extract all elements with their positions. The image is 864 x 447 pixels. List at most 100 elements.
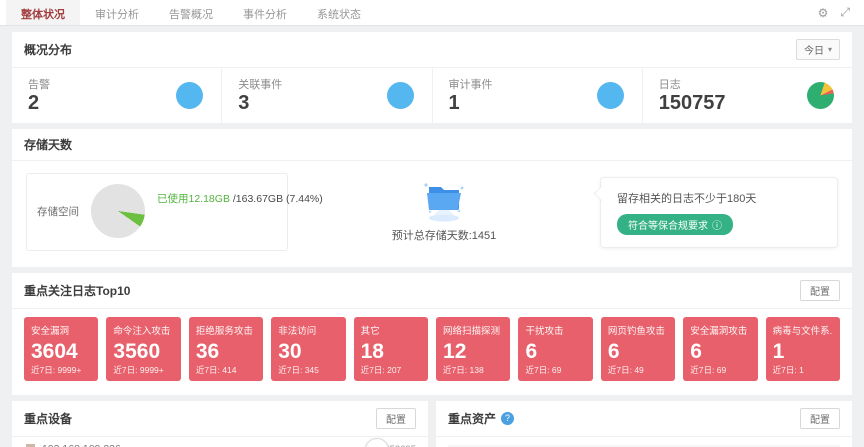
log-card-title: 命令注入攻击 (113, 323, 173, 337)
stat-label: 日志 (659, 76, 726, 92)
log-card-title: 病毒与文件系... (773, 323, 833, 337)
top-logs-config-button[interactable]: 配置 (800, 280, 840, 301)
retention-notice: 留存相关的日志不少于180天 (617, 190, 821, 206)
log-card-value: 6 (608, 339, 668, 364)
tab-system-status[interactable]: 系统状态 (302, 0, 376, 25)
recent-label: 近7日: (773, 365, 797, 375)
compliance-bubble: 留存相关的日志不少于180天 符合等保合规要求 ⓘ (600, 177, 838, 248)
tab-overall-status[interactable]: 整体状况 (6, 0, 80, 25)
recent-value: 138 (470, 365, 484, 375)
log-card[interactable]: 命令注入攻击 3560 近7日: 9999+ (106, 317, 180, 381)
info-icon: ⓘ (712, 217, 722, 232)
help-icon[interactable]: ? (501, 412, 514, 425)
alert-circle-icon (176, 82, 203, 109)
compliance-badge[interactable]: 符合等保合规要求 ⓘ (617, 214, 733, 235)
recent-value: 207 (387, 365, 401, 375)
recent-label: 近7日: (278, 365, 302, 375)
log-card[interactable]: 非法访问 30 近7日: 345 (271, 317, 345, 381)
stat-label: 审计事件 (449, 76, 493, 92)
log-card[interactable]: 拒绝服务攻击 36 近7日: 414 (189, 317, 263, 381)
recent-label: 近7日: (113, 365, 137, 375)
recent-value: 1 (799, 365, 804, 375)
log-card[interactable]: 干扰攻击 6 近7日: 69 (518, 317, 592, 381)
stat-alerts: 告警 2 (12, 68, 222, 123)
fullscreen-expand-icon[interactable]: ⤢ (840, 5, 850, 20)
log-card[interactable]: 安全漏洞攻击 6 近7日: 69 (683, 317, 757, 381)
log-card-title: 安全漏洞攻击 (690, 323, 750, 337)
recent-label: 近7日: (196, 365, 220, 375)
settings-gear-icon[interactable]: ⚙ (818, 6, 829, 20)
device-row[interactable]: 192.168.100.236 853695 (24, 443, 416, 447)
window-actions: ⚙ ⤢ (818, 0, 858, 25)
recent-value: 345 (305, 365, 319, 375)
assets-config-button[interactable]: 配置 (800, 408, 840, 429)
storage-space-card: 存储空间 已使用12.18GB /163.67GB (7.44%) (26, 173, 288, 251)
stat-audit-events: 审计事件 1 (433, 68, 643, 123)
key-devices-panel: 重点设备 配置 192.168.100.236 853695 192.168.1… (12, 401, 428, 447)
chevron-down-icon: ▾ (828, 45, 832, 54)
recent-label: 近7日: (690, 365, 714, 375)
log-card[interactable]: 安全漏洞 3604 近7日: 9999+ (24, 317, 98, 381)
log-card[interactable]: 其它 18 近7日: 207 (354, 317, 428, 381)
overview-stats-row: 告警 2 关联事件 3 审计事件 1 日志 150757 (12, 68, 852, 123)
storage-days-block: 预计总存储天数:1451 (288, 181, 600, 243)
top-logs-cards: 安全漏洞 3604 近7日: 9999+ 命令注入攻击 3560 近7日: 99… (12, 309, 852, 395)
log-card-title: 拒绝服务攻击 (196, 323, 256, 337)
tab-audit-analysis[interactable]: 审计分析 (80, 0, 154, 25)
pie-chart-icon (807, 82, 834, 109)
log-card-value: 18 (361, 339, 421, 364)
log-card-title: 网页钓鱼攻击 (608, 323, 668, 337)
log-card-title: 其它 (361, 323, 421, 337)
stat-label: 告警 (28, 76, 50, 92)
audit-circle-icon (597, 82, 624, 109)
storage-section-title: 存储天数 (24, 136, 72, 153)
log-card-title: 安全漏洞 (31, 323, 91, 337)
stat-value: 150757 (659, 93, 726, 114)
stat-correlated-events: 关联事件 3 (222, 68, 432, 123)
log-card-value: 3560 (113, 339, 173, 364)
recent-value: 414 (222, 365, 236, 375)
recent-label: 近7日: (608, 365, 632, 375)
recent-value: 9999+ (57, 365, 81, 375)
overview-panel: 概况分布 今日 ▾ 告警 2 关联事件 3 审计事件 1 (12, 32, 852, 123)
period-dropdown[interactable]: 今日 ▾ (796, 39, 840, 60)
log-card-value: 30 (278, 339, 338, 364)
stat-value: 1 (449, 93, 493, 114)
recent-value: 69 (552, 365, 561, 375)
dashboard-page: 概况分布 今日 ▾ 告警 2 关联事件 3 审计事件 1 (0, 26, 864, 447)
tab-event-analysis[interactable]: 事件分析 (228, 0, 302, 25)
assets-section-title: 重点资产 (448, 410, 496, 427)
log-card[interactable]: 病毒与文件系... 1 近7日: 1 (766, 317, 840, 381)
top-logs-panel: 重点关注日志Top10 配置 安全漏洞 3604 近7日: 9999+ 命令注入… (12, 273, 852, 395)
stat-logs: 日志 150757 (643, 68, 852, 123)
recent-value: 49 (634, 365, 643, 375)
tab-alert-overview[interactable]: 告警概况 (154, 0, 228, 25)
recent-value: 9999+ (140, 365, 164, 375)
overview-section-title: 概况分布 (24, 41, 72, 58)
log-card-value: 1 (773, 339, 833, 364)
tab-bar: 整体状况 审计分析 告警概况 事件分析 系统状态 ⚙ ⤢ (0, 0, 864, 26)
stat-value: 2 (28, 93, 50, 114)
log-card-value: 3604 (31, 339, 91, 364)
storage-space-label: 存储空间 (37, 204, 79, 219)
devices-config-button[interactable]: 配置 (376, 408, 416, 429)
log-card-title: 干扰攻击 (525, 323, 585, 337)
log-card-value: 6 (525, 339, 585, 364)
stat-value: 3 (238, 93, 282, 114)
recent-label: 近7日: (525, 365, 549, 375)
log-card-title: 非法访问 (278, 323, 338, 337)
top-logs-section-title: 重点关注日志Top10 (24, 282, 130, 299)
log-card[interactable]: 网页钓鱼攻击 6 近7日: 49 (601, 317, 675, 381)
log-card-value: 6 (690, 339, 750, 364)
recent-value: 69 (717, 365, 726, 375)
storage-used-text: 已使用12.18GB (157, 193, 230, 205)
log-card-value: 36 (196, 339, 256, 364)
compliance-badge-label: 符合等保合规要求 (628, 217, 708, 232)
storage-days-text: 预计总存储天数:1451 (392, 227, 497, 243)
device-ip: 192.168.100.236 (42, 443, 121, 447)
period-value: 今日 (804, 42, 824, 57)
log-card[interactable]: 网络扫描探测 12 近7日: 138 (436, 317, 510, 381)
recent-label: 近7日: (443, 365, 467, 375)
recent-label: 近7日: (31, 365, 55, 375)
log-card-title: 网络扫描探测 (443, 323, 503, 337)
